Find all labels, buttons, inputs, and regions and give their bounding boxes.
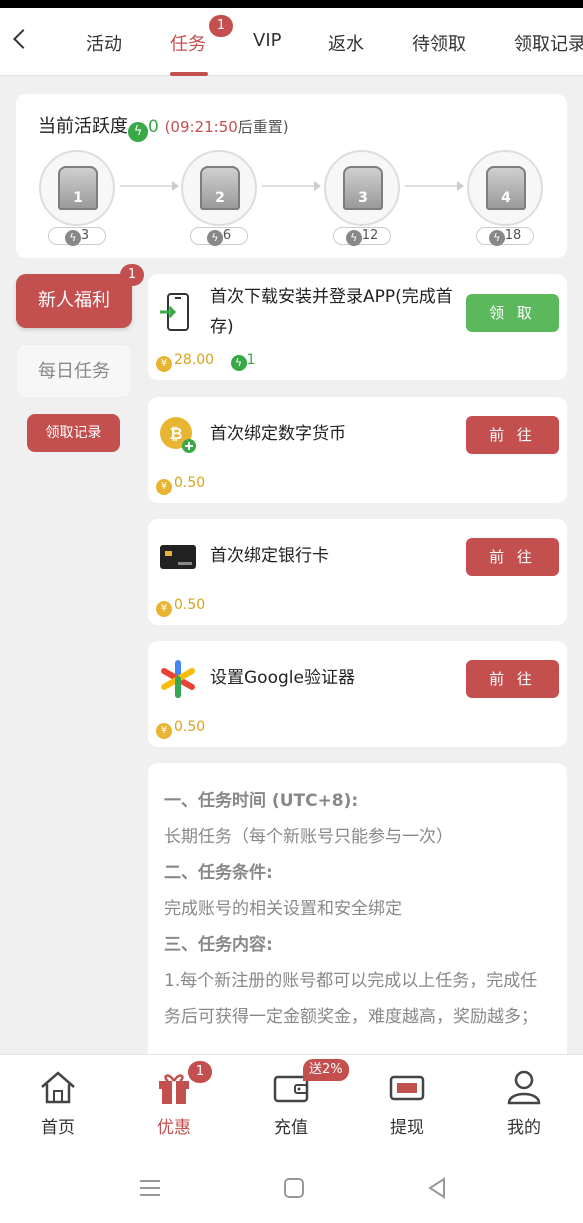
nav-home[interactable]: 首页: [23, 1069, 93, 1138]
sidebar-item-daily-tasks[interactable]: 每日任务: [16, 344, 132, 398]
coin-icon: ¥: [156, 723, 172, 739]
activity-header: 当前活跃度 ϟ 0 (09:21:50后重置): [38, 112, 289, 142]
tab-rebate[interactable]: 返水: [328, 30, 364, 56]
home-square-icon[interactable]: [283, 1177, 305, 1199]
coin-icon: ¥: [156, 479, 172, 495]
bank-card-icon: [160, 545, 196, 569]
rule-text: 完成账号的相关设置和安全绑定: [164, 899, 402, 919]
task-rules: 一、任务时间 (UTC+8): 长期任务（每个新账号只能参与一次） 二、任务条件…: [148, 763, 567, 1063]
google-authenticator-icon: [161, 660, 195, 698]
back-arrow-icon[interactable]: [13, 29, 33, 49]
treasure-chest-icon: 1: [58, 166, 98, 210]
lightning-icon: ϟ: [230, 355, 247, 371]
chest-2-requirement: ϟ6: [190, 227, 248, 246]
task-title: 设置Google验证器: [210, 668, 355, 688]
task-card: ₿ 首次绑定数字货币 前 往 ¥0.50: [148, 397, 567, 503]
task-reward: ¥0.50: [156, 719, 205, 739]
task-card: 设置Google验证器 前 往 ¥0.50: [148, 641, 567, 747]
sidebar-item-newbie-bonus[interactable]: 新人福利: [16, 274, 132, 328]
activity-title: 当前活跃度: [38, 116, 128, 137]
phone-download-icon: [160, 293, 189, 331]
bottom-nav: 首页 优惠 1 充值 送2% 提现 我的: [0, 1054, 583, 1223]
task-card: 首次绑定银行卡 前 往 ¥0.50: [148, 519, 567, 625]
treasure-chest-icon: 4: [486, 166, 526, 210]
withdraw-ticket-icon: [389, 1075, 425, 1101]
chest-1[interactable]: 1: [39, 150, 115, 226]
nav-profile[interactable]: 我的: [489, 1069, 559, 1138]
chest-connector: [405, 181, 464, 191]
activity-reset-time: (09:21:50后重置): [164, 118, 289, 136]
status-bar: [0, 0, 583, 8]
rule-heading: 三、任务内容:: [164, 935, 273, 955]
chest-3-requirement: ϟ 12: [333, 227, 391, 246]
deposit-promo-tag: 送2%: [303, 1059, 349, 1081]
tab-tasks[interactable]: 任务: [170, 30, 206, 56]
claim-button[interactable]: 领 取: [466, 294, 559, 332]
chest-3[interactable]: 3: [324, 150, 400, 226]
nav-label: 优惠: [157, 1118, 191, 1138]
promotions-badge: 1: [188, 1061, 212, 1083]
lightning-icon: ϟ: [128, 122, 148, 142]
go-button[interactable]: 前 往: [466, 660, 559, 698]
nav-label: 首页: [41, 1118, 75, 1138]
go-button[interactable]: 前 往: [466, 538, 559, 576]
lightning-icon: ϟ: [488, 230, 505, 246]
lightning-icon: ϟ: [64, 230, 81, 246]
treasure-chest-icon: 3: [343, 166, 383, 210]
nav-label: 提现: [390, 1118, 424, 1138]
rule-heading: 二、任务条件:: [164, 863, 273, 883]
task-reward: ¥28.00 ϟ1: [156, 352, 255, 372]
chest-4[interactable]: 4: [467, 150, 543, 226]
rule-text: 1.每个新注册的账号都可以完成以上任务，完成任务后可获得一定金额奖金，难度越高，…: [164, 971, 538, 1027]
chest-4-requirement: ϟ 18: [476, 227, 534, 246]
go-button[interactable]: 前 往: [466, 416, 559, 454]
task-title: 首次绑定数字货币: [210, 424, 346, 444]
chest-connector: [262, 181, 321, 191]
task-title: 首次绑定银行卡: [210, 546, 329, 566]
nav-label: 充值: [274, 1118, 308, 1138]
task-card: 首次下载安装并登录APP(完成首存) 领 取 ¥28.00 ϟ1: [148, 274, 567, 380]
active-tab-indicator: [170, 72, 208, 76]
activity-value: 0: [148, 117, 159, 137]
newbie-badge: 1: [120, 264, 144, 286]
tab-activity[interactable]: 活动: [86, 30, 122, 56]
user-icon: [507, 1070, 541, 1105]
svg-text:₿: ₿: [169, 424, 182, 443]
task-title: 首次下载安装并登录APP(完成首存): [210, 287, 453, 337]
task-reward: ¥0.50: [156, 597, 205, 617]
menu-icon[interactable]: [139, 1177, 161, 1199]
tasks-badge: 1: [209, 15, 233, 37]
chest-1-requirement: ϟ3: [48, 227, 106, 246]
rule-text: 长期任务（每个新账号只能参与一次）: [164, 827, 453, 847]
tab-pending[interactable]: 待领取: [412, 30, 466, 56]
home-icon: [41, 1071, 75, 1104]
back-triangle-icon[interactable]: [426, 1177, 448, 1199]
chest-connector: [120, 181, 179, 191]
nav-label: 我的: [507, 1118, 541, 1138]
lightning-icon: ϟ: [345, 230, 362, 246]
coin-icon: ¥: [156, 356, 172, 372]
bitcoin-coin-icon: ₿: [160, 417, 196, 453]
activity-card: 当前活跃度 ϟ 0 (09:21:50后重置) 1 2 3 4 ϟ3 ϟ6 ϟ 12 …: [16, 94, 567, 258]
claim-record-button[interactable]: 领取记录: [27, 414, 120, 452]
top-nav: 活动 任务 1 VIP 返水 待领取 领取记录: [0, 8, 583, 76]
coin-icon: ¥: [156, 601, 172, 617]
rule-heading: 一、任务时间 (UTC+8):: [164, 791, 359, 811]
nav-withdraw[interactable]: 提现: [372, 1069, 442, 1138]
treasure-chest-icon: 2: [200, 166, 240, 210]
tab-claim-history[interactable]: 领取记录: [514, 30, 583, 56]
tab-vip[interactable]: VIP: [253, 30, 281, 51]
lightning-icon: ϟ: [206, 230, 223, 246]
task-reward: ¥0.50: [156, 475, 205, 495]
chest-2[interactable]: 2: [181, 150, 257, 226]
